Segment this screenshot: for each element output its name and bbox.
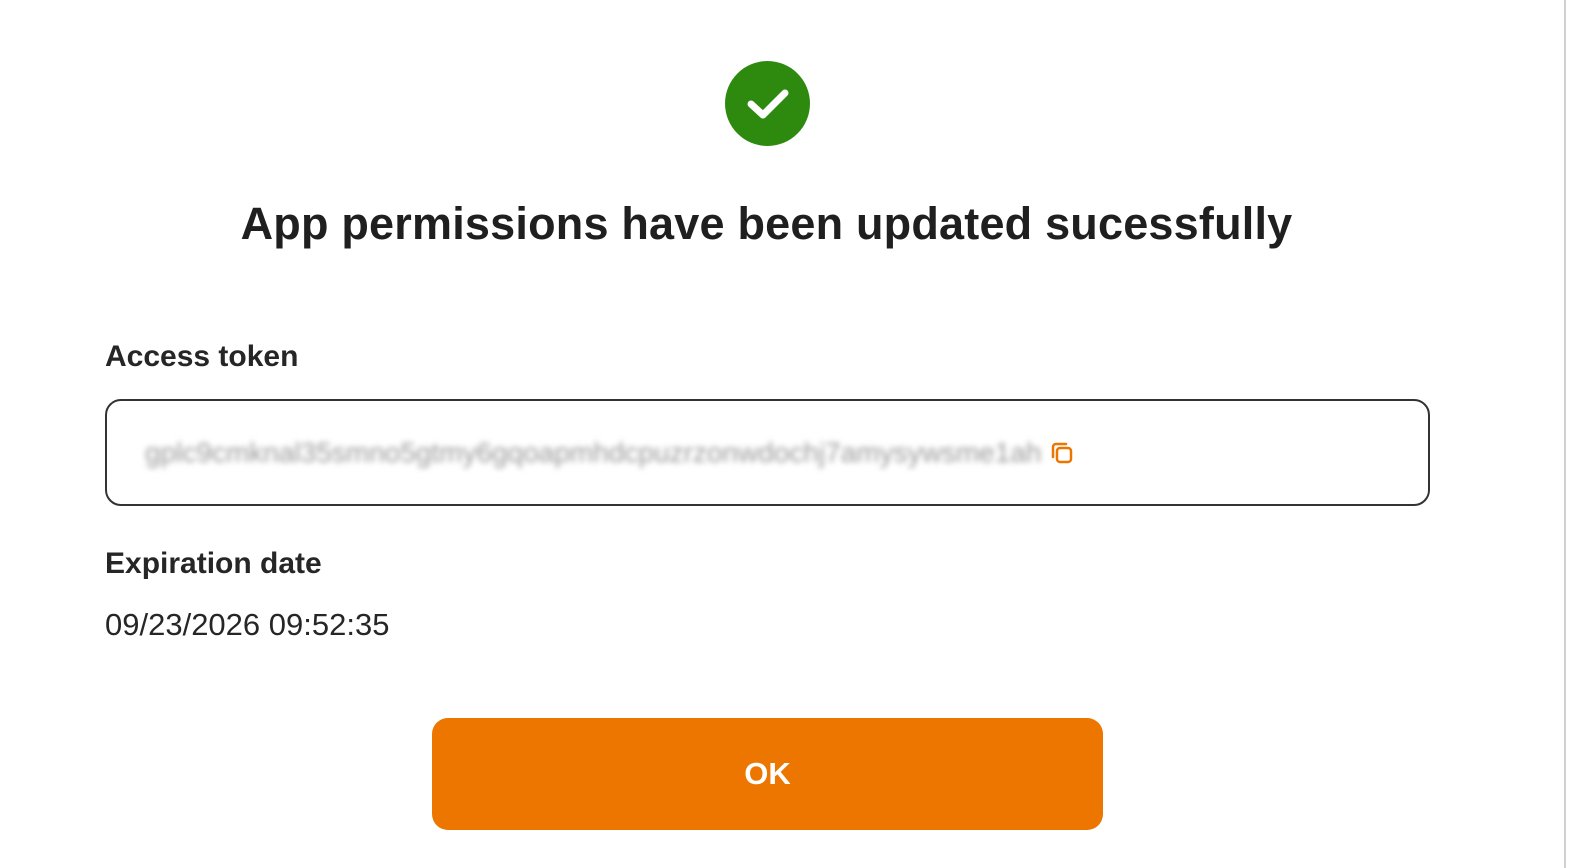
copy-icon[interactable]: [1047, 438, 1077, 468]
expiration-date-value: 09/23/2026 09:52:35: [105, 607, 390, 642]
ok-button[interactable]: OK: [432, 718, 1103, 830]
access-token-value[interactable]: gplc9cmknal35smno5gtmy6gqoapmhdcpuzrzonw…: [145, 437, 1041, 469]
expiration-date-label: Expiration date: [105, 547, 322, 580]
check-circle-icon: [725, 61, 810, 146]
access-token-field[interactable]: gplc9cmknal35smno5gtmy6gqoapmhdcpuzrzonw…: [105, 399, 1430, 506]
dialog-title: App permissions have been updated sucess…: [240, 198, 1293, 249]
access-token-label: Access token: [105, 340, 299, 373]
success-dialog: App permissions have been updated sucess…: [0, 0, 1566, 868]
